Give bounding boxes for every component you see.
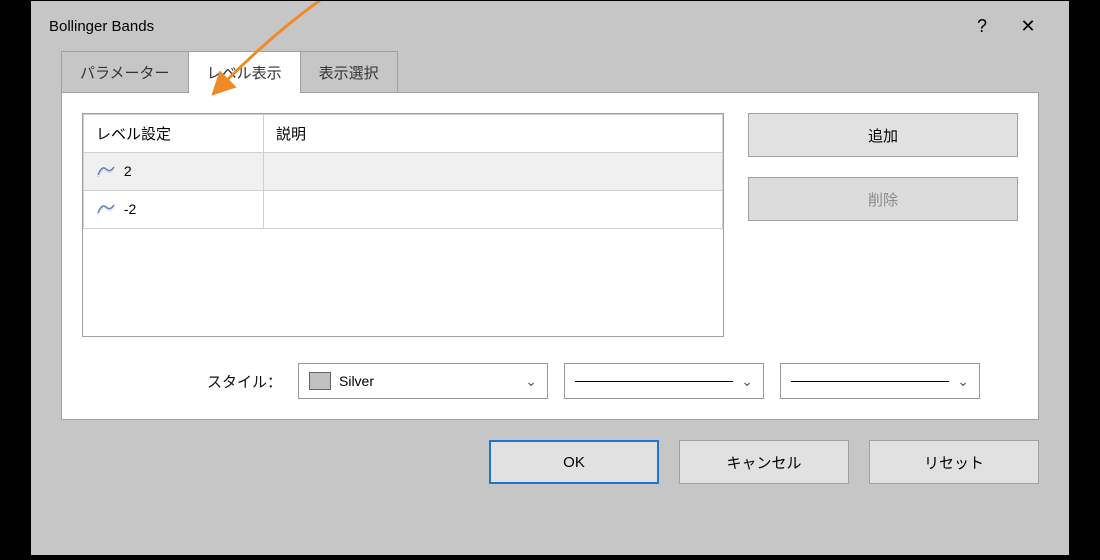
close-button[interactable]: ✕ [1005,6,1051,46]
bollinger-bands-dialog: Bollinger Bands ? ✕ パラメーター レベル表示 表示選択 レベ… [30,0,1070,556]
level-desc[interactable] [264,191,723,229]
col-header-description[interactable]: 説明 [264,115,723,153]
window-title: Bollinger Bands [49,18,959,35]
levels-table[interactable]: レベル設定 説明 2 [82,113,724,337]
line-style-sample [575,381,733,382]
color-combo[interactable]: Silver ⌄ [298,363,548,399]
line-style-combo[interactable]: ⌄ [564,363,764,399]
table-row[interactable]: 2 [84,153,723,191]
reset-button[interactable]: リセット [869,440,1039,484]
style-label: スタイル： [82,371,282,392]
level-value: -2 [124,201,136,217]
ok-button[interactable]: OK [489,440,659,484]
dialog-footer: OK キャンセル リセット [31,440,1069,506]
chevron-down-icon: ⌄ [525,373,537,390]
style-row: スタイル： Silver ⌄ ⌄ ⌄ [82,363,1018,399]
level-desc[interactable] [264,153,723,191]
color-swatch [309,372,331,390]
table-row[interactable]: -2 [84,191,723,229]
help-button[interactable]: ? [959,6,1005,46]
add-button[interactable]: 追加 [748,113,1018,157]
titlebar: Bollinger Bands ? ✕ [31,1,1069,51]
tab-levels[interactable]: レベル表示 [188,51,301,93]
chevron-down-icon: ⌄ [957,373,969,390]
line-width-combo[interactable]: ⌄ [780,363,980,399]
cancel-button[interactable]: キャンセル [679,440,849,484]
level-indicator-icon [96,163,116,180]
tab-parameters[interactable]: パラメーター [61,51,189,93]
level-value: 2 [124,163,132,179]
color-name: Silver [339,373,374,389]
chevron-down-icon: ⌄ [741,373,753,390]
tab-display[interactable]: 表示選択 [300,51,398,93]
line-width-sample [791,381,949,382]
level-indicator-icon [96,201,116,218]
col-header-level[interactable]: レベル設定 [84,115,264,153]
tab-content-levels: レベル設定 説明 2 [61,92,1039,420]
delete-button[interactable]: 削除 [748,177,1018,221]
tab-strip: パラメーター レベル表示 表示選択 [31,51,1069,93]
